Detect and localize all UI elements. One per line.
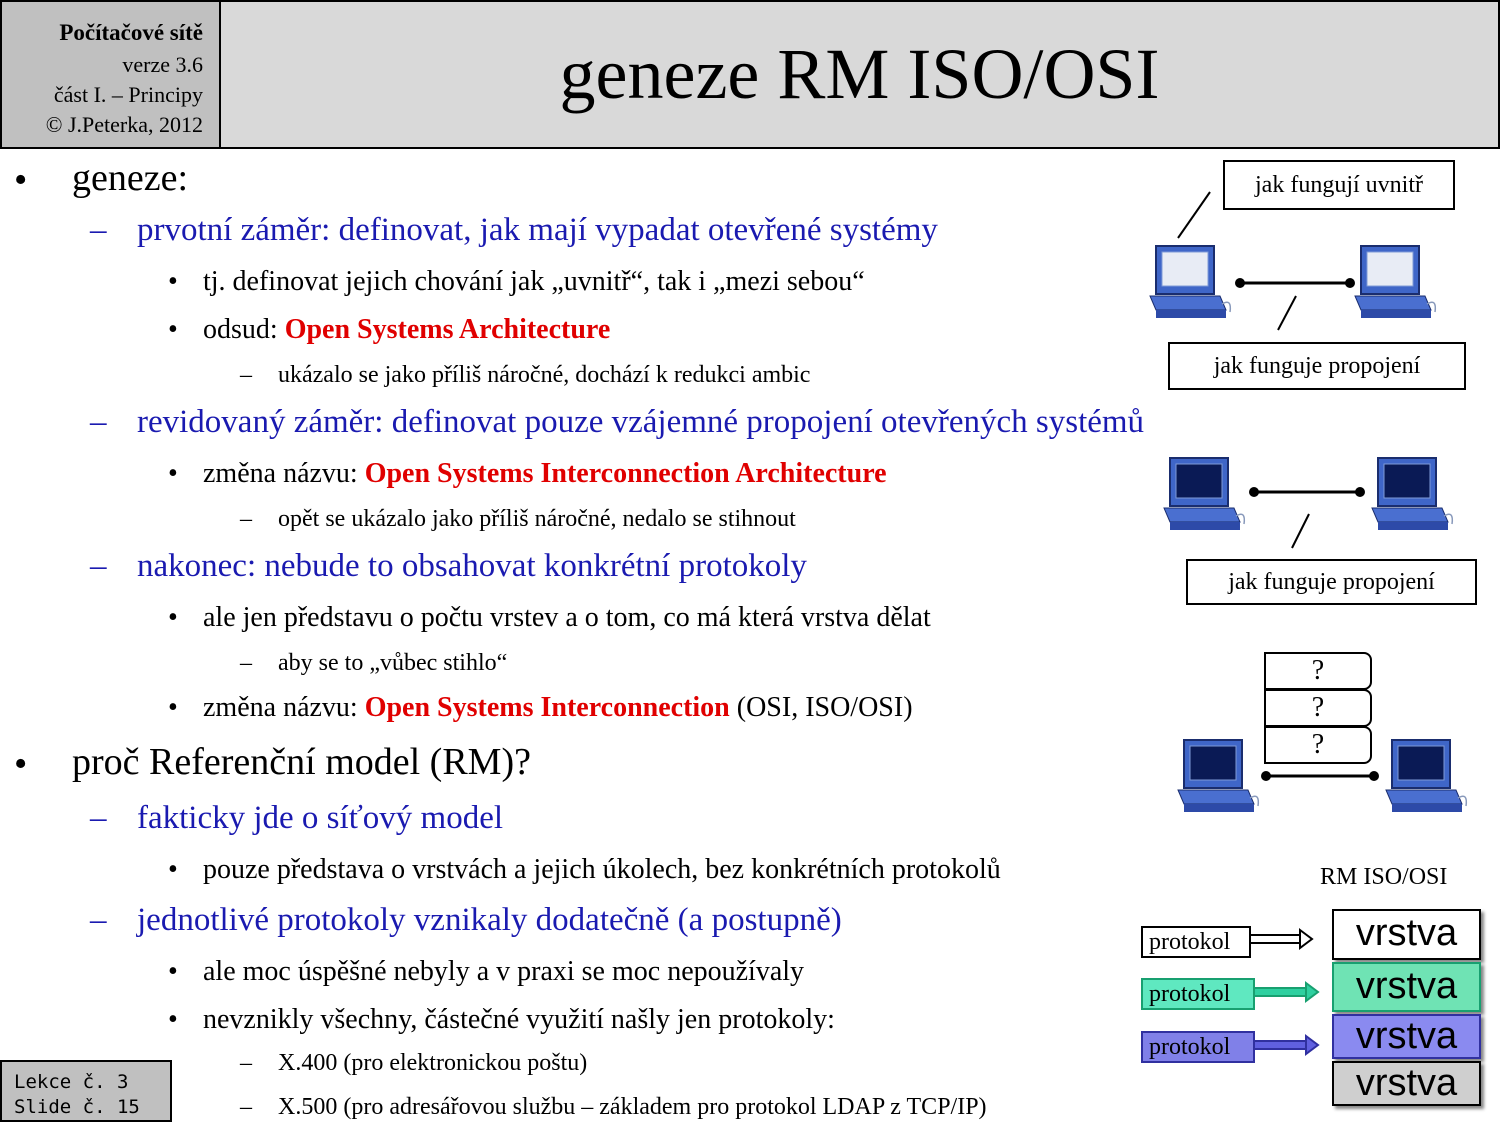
- protocol-arrow: [1249, 928, 1314, 950]
- slide-number: Slide č. 15: [14, 1096, 140, 1118]
- computer-icon: [1385, 739, 1468, 813]
- link-endpoint: [1261, 771, 1271, 781]
- link-endpoint: [1235, 278, 1245, 288]
- layer-box: vrstva: [1332, 1014, 1481, 1059]
- label-inside: jak fungují uvnitř: [1223, 160, 1455, 210]
- layer-box: vrstva: [1332, 962, 1481, 1012]
- computer-icon: [1149, 245, 1232, 319]
- link-endpoint: [1355, 487, 1365, 497]
- computer-icon: [1371, 457, 1454, 531]
- layer-box: vrstva: [1332, 1061, 1481, 1106]
- link-endpoint: [1345, 278, 1355, 288]
- computer-icon: [1354, 245, 1437, 319]
- protocol-arrow: [1253, 981, 1320, 1003]
- unknown-layer: ?: [1264, 689, 1372, 727]
- label-interconnection-1: jak funguje propojení: [1168, 342, 1466, 390]
- callout-line: [1177, 191, 1211, 239]
- unknown-layer: ?: [1264, 652, 1372, 690]
- protocol-box: protokol: [1141, 926, 1251, 958]
- link-endpoint: [1369, 771, 1379, 781]
- protocol-box: protokol: [1141, 1031, 1255, 1063]
- protocol-arrow: [1253, 1034, 1320, 1056]
- computer-icon: [1163, 457, 1246, 531]
- model-title: RM ISO/OSI: [1320, 864, 1448, 890]
- callout-line: [1277, 295, 1297, 331]
- lecture-number: Lekce č. 3: [14, 1071, 129, 1093]
- label-interconnection-2: jak funguje propojení: [1186, 559, 1477, 605]
- protocol-box: protokol: [1141, 978, 1255, 1010]
- slide-footer: Lekce č. 3 Slide č. 15: [0, 1060, 172, 1122]
- layer-box: vrstva: [1332, 909, 1481, 960]
- unknown-layer: ?: [1264, 726, 1372, 764]
- callout-line: [1291, 513, 1310, 549]
- link-endpoint: [1249, 487, 1259, 497]
- computer-icon: [1177, 739, 1260, 813]
